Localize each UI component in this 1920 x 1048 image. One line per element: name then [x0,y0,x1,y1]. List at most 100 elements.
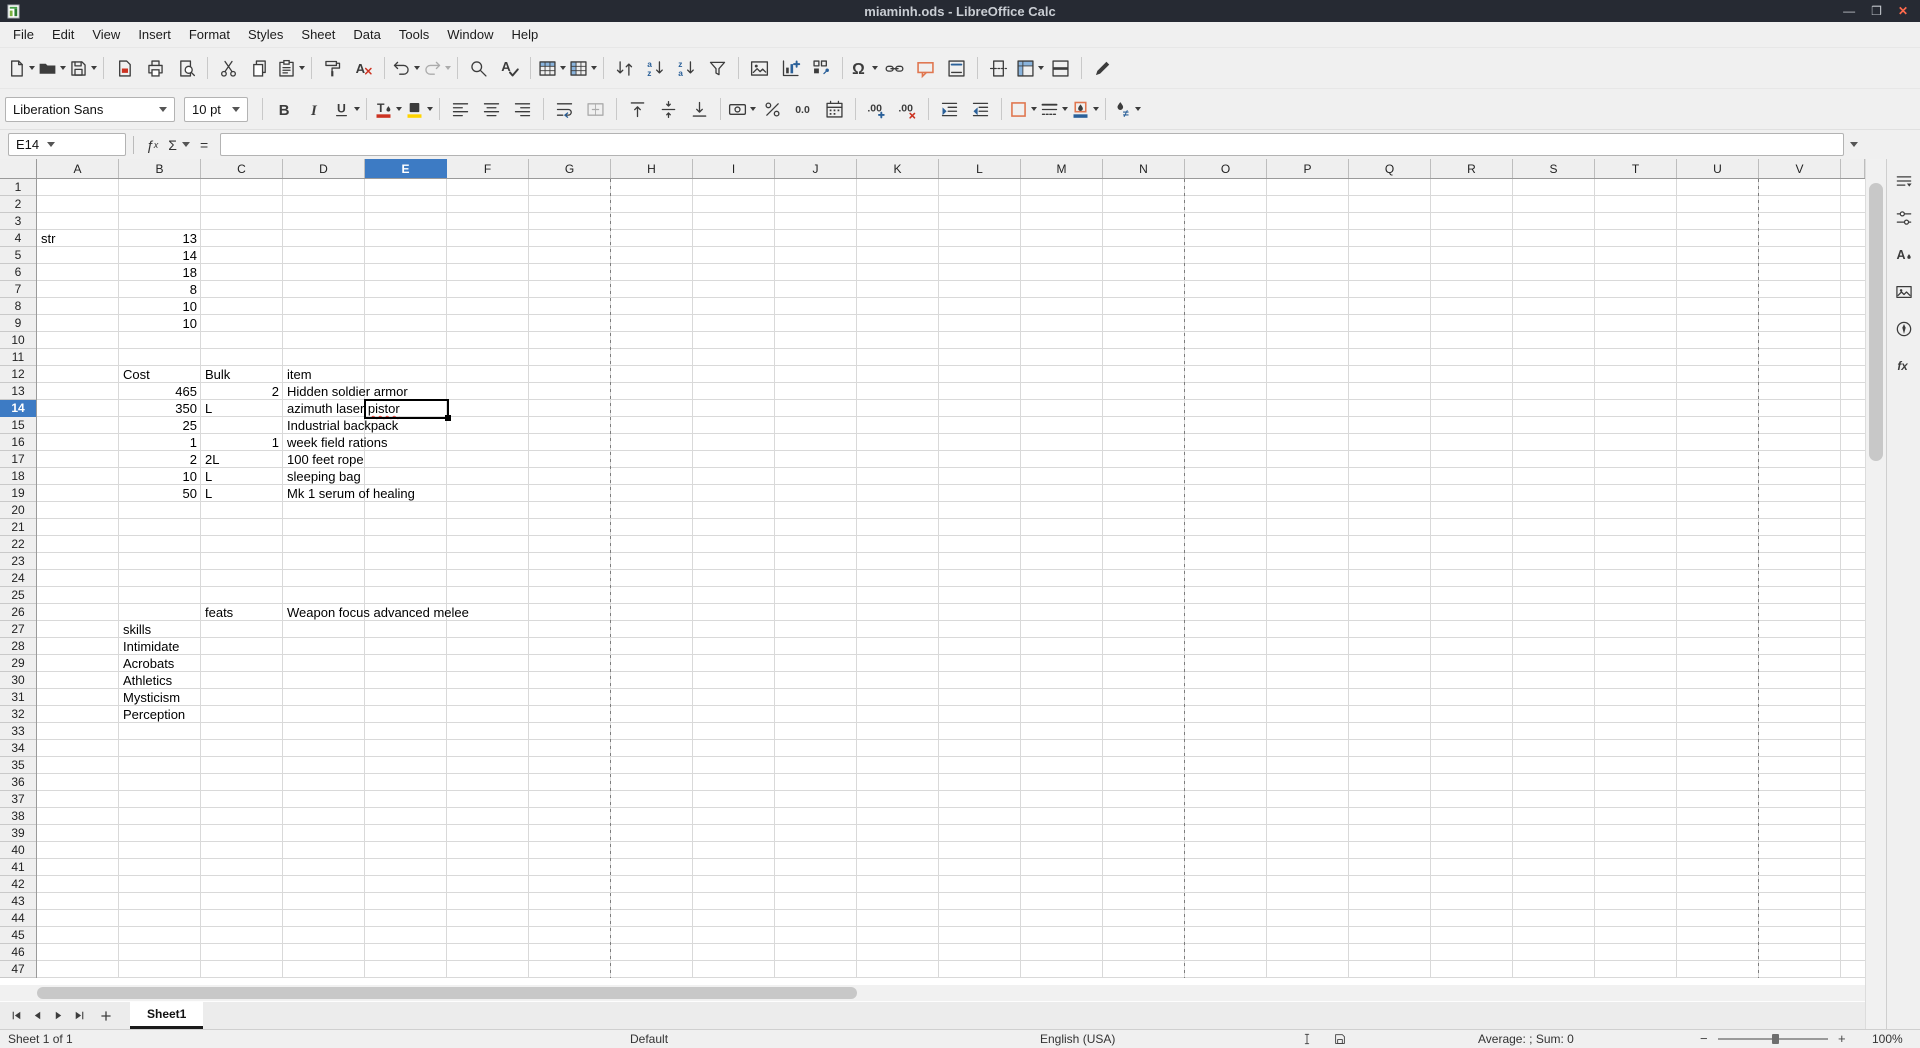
align-top-button[interactable] [622,94,653,124]
menu-styles[interactable]: Styles [239,22,292,47]
column-header-O[interactable]: O [1185,159,1267,178]
row-header-26[interactable]: 26 [0,604,36,621]
insert-pivot-table-button[interactable] [806,53,837,83]
column-header-K[interactable]: K [857,159,939,178]
new-button[interactable] [5,53,36,83]
row-header-23[interactable]: 23 [0,553,36,570]
row-header-15[interactable]: 15 [0,417,36,434]
row-header-32[interactable]: 32 [0,706,36,723]
format-percent-button[interactable] [757,94,788,124]
menu-data[interactable]: Data [344,22,389,47]
cell-B4[interactable]: 13 [119,230,201,247]
cell-reference-box[interactable]: E14 [8,133,126,156]
menu-tools[interactable]: Tools [390,22,438,47]
next-sheet-button[interactable] [48,1005,69,1026]
row-header-7[interactable]: 7 [0,281,36,298]
properties-tab[interactable] [1891,206,1917,230]
zoom-in-button[interactable]: + [1838,1030,1846,1048]
align-center-button[interactable] [476,94,507,124]
print-preview-button[interactable] [171,53,202,83]
cell-C19[interactable]: L [201,485,212,502]
cell-C14[interactable]: L [201,400,212,417]
cell-B19[interactable]: 50 [119,485,201,502]
column-header-J[interactable]: J [775,159,857,178]
cell-B15[interactable]: 25 [119,417,201,434]
undo-button[interactable] [390,53,421,83]
cell-D16[interactable]: week field rations [283,434,387,451]
cell-B28[interactable]: Intimidate [119,638,179,655]
row-header-43[interactable]: 43 [0,893,36,910]
underline-button[interactable]: U [330,94,361,124]
row-header-30[interactable]: 30 [0,672,36,689]
row-header-46[interactable]: 46 [0,944,36,961]
column-header-H[interactable]: H [611,159,693,178]
cell-B18[interactable]: 10 [119,468,201,485]
open-button[interactable] [36,53,67,83]
last-sheet-button[interactable] [69,1005,90,1026]
document-save-status[interactable] [1333,1030,1347,1048]
cell-B29[interactable]: Acrobats [119,655,174,672]
align-right-button[interactable] [507,94,538,124]
column-header-I[interactable]: I [693,159,775,178]
clone-formatting-button[interactable] [317,53,348,83]
column-header-R[interactable]: R [1431,159,1513,178]
row-header-31[interactable]: 31 [0,689,36,706]
row-header-22[interactable]: 22 [0,536,36,553]
column-header-L[interactable]: L [939,159,1021,178]
cell-B8[interactable]: 10 [119,298,201,315]
row-header-36[interactable]: 36 [0,774,36,791]
column-header-G[interactable]: G [529,159,611,178]
format-number-button[interactable]: 0.0 [788,94,819,124]
font-size-combo[interactable]: 10 pt [184,97,248,122]
formula-input-line[interactable] [220,133,1844,156]
find-replace-button[interactable] [463,53,494,83]
cell-C17[interactable]: 2L [201,451,219,468]
format-currency-button[interactable] [726,94,757,124]
insert-columns-button[interactable] [567,53,598,83]
save-button[interactable] [67,53,98,83]
cell-B5[interactable]: 14 [119,247,201,264]
row-header-6[interactable]: 6 [0,264,36,281]
font-name-combo[interactable]: Liberation Sans [5,97,175,122]
row-header-19[interactable]: 19 [0,485,36,502]
cell-B17[interactable]: 2 [119,451,201,468]
cell-B7[interactable]: 8 [119,281,201,298]
zoom-slider-thumb[interactable] [1772,1034,1779,1044]
row-header-17[interactable]: 17 [0,451,36,468]
bold-button[interactable]: B [268,94,299,124]
row-header-40[interactable]: 40 [0,842,36,859]
autofilter-button[interactable] [702,53,733,83]
cell-D19[interactable]: Mk 1 serum of healing [283,485,415,502]
cell-C13[interactable]: 2 [201,383,283,400]
add-sheet-button[interactable] [94,1005,118,1026]
cell-D12[interactable]: item [283,366,312,383]
freeze-rows-columns-button[interactable] [1014,53,1045,83]
cells-area[interactable]: str13141881010CostBulkitem4652Hidden sol… [37,179,1865,978]
special-character-button[interactable]: Ω [848,53,879,83]
column-header-Q[interactable]: Q [1349,159,1431,178]
print-button[interactable] [140,53,171,83]
insert-chart-button[interactable] [775,53,806,83]
sort-descending-button[interactable]: za [671,53,702,83]
cell-D13[interactable]: Hidden soldier armor [283,383,408,400]
row-header-38[interactable]: 38 [0,808,36,825]
row-header-16[interactable]: 16 [0,434,36,451]
column-header-C[interactable]: C [201,159,283,178]
cell-C16[interactable]: 1 [201,434,283,451]
row-header-1[interactable]: 1 [0,179,36,196]
row-header-41[interactable]: 41 [0,859,36,876]
menu-edit[interactable]: Edit [43,22,83,47]
row-header-33[interactable]: 33 [0,723,36,740]
row-header-24[interactable]: 24 [0,570,36,587]
insert-page-break-button[interactable] [983,53,1014,83]
delete-decimal-button[interactable]: .00 [892,94,923,124]
cell-B14[interactable]: 350 [119,400,201,417]
vertical-scrollbar-thumb[interactable] [1869,183,1883,461]
align-left-button[interactable] [445,94,476,124]
cell-D26[interactable]: Weapon focus advanced melee [283,604,469,621]
headers-footers-button[interactable] [941,53,972,83]
menu-help[interactable]: Help [502,22,547,47]
row-header-25[interactable]: 25 [0,587,36,604]
column-header-D[interactable]: D [283,159,365,178]
row-header-21[interactable]: 21 [0,519,36,536]
